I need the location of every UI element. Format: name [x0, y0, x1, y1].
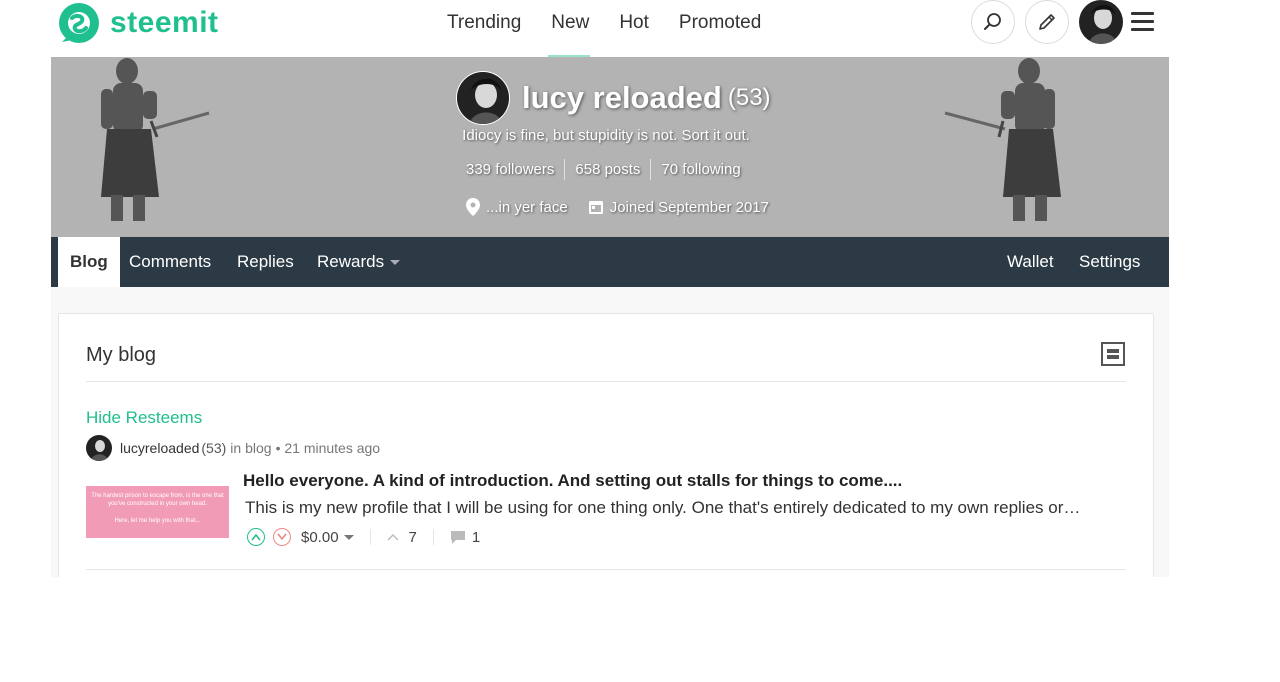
followers-count[interactable]: 339 followers [456, 159, 566, 180]
author-avatar-image [86, 435, 112, 461]
post-divider [86, 569, 1126, 570]
votes-count[interactable]: 7 [387, 529, 417, 546]
chevron-up-icon [251, 533, 261, 541]
top-navbar: steemit Trending New Hot Promoted [0, 0, 1280, 59]
profile-tabs: Blog Comments Replies Rewards Wallet Set… [51, 237, 1169, 287]
card-divider [86, 381, 1126, 382]
pencil-icon [1039, 14, 1055, 30]
layout-toggle-button[interactable] [1101, 342, 1125, 366]
post-author-row: lucyreloaded (53) in blog • 21 minutes a… [86, 435, 380, 461]
votes-value: 7 [408, 528, 417, 546]
author-avatar[interactable] [86, 435, 112, 461]
blog-title: My blog [86, 344, 157, 366]
comment-icon [450, 530, 465, 544]
profile-avatar [456, 71, 510, 125]
post-thumbnail[interactable]: The hardest prison to escape from, is th… [86, 486, 229, 538]
hamburger-line [1131, 20, 1154, 23]
chevron-down-icon [343, 534, 354, 540]
blog-card: My blog Hide Resteems lucyreloaded (53) … [58, 313, 1154, 577]
profile-cover: lucy reloaded (53) Idiocy is fine, but s… [51, 57, 1169, 237]
write-post-button[interactable] [1025, 0, 1069, 44]
brand-name: steemit [110, 6, 219, 39]
thumbnail-text-2: Here, let me help you with that... [114, 518, 201, 524]
calendar-icon [588, 201, 603, 214]
author-name[interactable]: lucyreloaded [120, 440, 199, 456]
profile-name: lucy reloaded [522, 80, 722, 115]
profile-stats: 339 followers 658 posts 70 following [456, 159, 751, 180]
post-category[interactable]: in blog [230, 440, 271, 456]
chevron-down-icon [390, 260, 401, 266]
post-excerpt[interactable]: This is my new profile that I will be us… [245, 498, 1091, 518]
profile-about: Idiocy is fine, but stupidity is not. So… [462, 127, 750, 144]
footer-divider [432, 529, 434, 545]
tab-wallet[interactable]: Wallet [995, 237, 1066, 287]
upvote-arrow-icon [387, 534, 399, 541]
hide-resteems-link[interactable]: Hide Resteems [86, 408, 202, 428]
following-count[interactable]: 70 following [651, 159, 750, 180]
user-avatar[interactable] [1079, 0, 1123, 44]
tab-replies[interactable]: Replies [225, 237, 306, 287]
tab-blog[interactable]: Blog [58, 237, 120, 287]
post-timestamp[interactable]: • 21 minutes ago [276, 440, 381, 456]
steemit-logo[interactable]: steemit [58, 1, 219, 45]
nav-hot[interactable]: Hot [619, 10, 649, 36]
profile-location: ...in yer face [466, 198, 568, 216]
location-text: ...in yer face [486, 198, 568, 216]
author-reputation: (53) [201, 440, 227, 456]
search-icon [984, 13, 1001, 30]
posts-count: 658 posts [565, 159, 652, 180]
tab-settings[interactable]: Settings [1067, 237, 1152, 287]
tab-rewards-label: Rewards [317, 252, 385, 271]
payout-value: $0.00 [301, 528, 339, 546]
payout-dropdown[interactable]: $0.00 [301, 529, 354, 546]
tab-comments[interactable]: Comments [117, 237, 223, 287]
layout-toggle-icon [1107, 349, 1119, 353]
tab-rewards[interactable]: Rewards [305, 237, 412, 287]
profile-joined: Joined September 2017 [588, 199, 769, 216]
nav-trending[interactable]: Trending [447, 10, 521, 36]
replies-value: 1 [471, 528, 481, 546]
profile-meta: ...in yer face Joined September 2017 [466, 198, 789, 216]
profile-heading: lucy reloaded (53) [456, 71, 771, 125]
joined-text: Joined September 2017 [609, 198, 769, 216]
main-nav: Trending New Hot Promoted [447, 10, 791, 36]
profile-avatar-image [457, 72, 509, 124]
location-pin-icon [466, 198, 480, 216]
hamburger-menu-button[interactable] [1131, 12, 1154, 31]
nav-new[interactable]: New [551, 10, 589, 36]
hamburger-icon [1131, 12, 1154, 15]
thumbnail-text-1: The hardest prison to escape from, is th… [91, 493, 224, 507]
avatar-image [1079, 0, 1123, 44]
hamburger-line [1131, 28, 1154, 31]
upvote-button[interactable] [247, 528, 265, 546]
post-title[interactable]: Hello everyone. A kind of introduction. … [243, 471, 902, 491]
layout-toggle-icon-line [1107, 355, 1119, 359]
profile-reputation: (53) [727, 84, 771, 111]
chevron-down-icon [277, 533, 287, 541]
downvote-button[interactable] [273, 528, 291, 546]
search-button[interactable] [971, 0, 1015, 44]
nav-promoted[interactable]: Promoted [679, 10, 761, 36]
steemit-logo-icon [59, 3, 99, 43]
post-footer: $0.00 7 1 [247, 528, 480, 546]
replies-count[interactable]: 1 [450, 529, 480, 546]
footer-divider [369, 529, 371, 545]
